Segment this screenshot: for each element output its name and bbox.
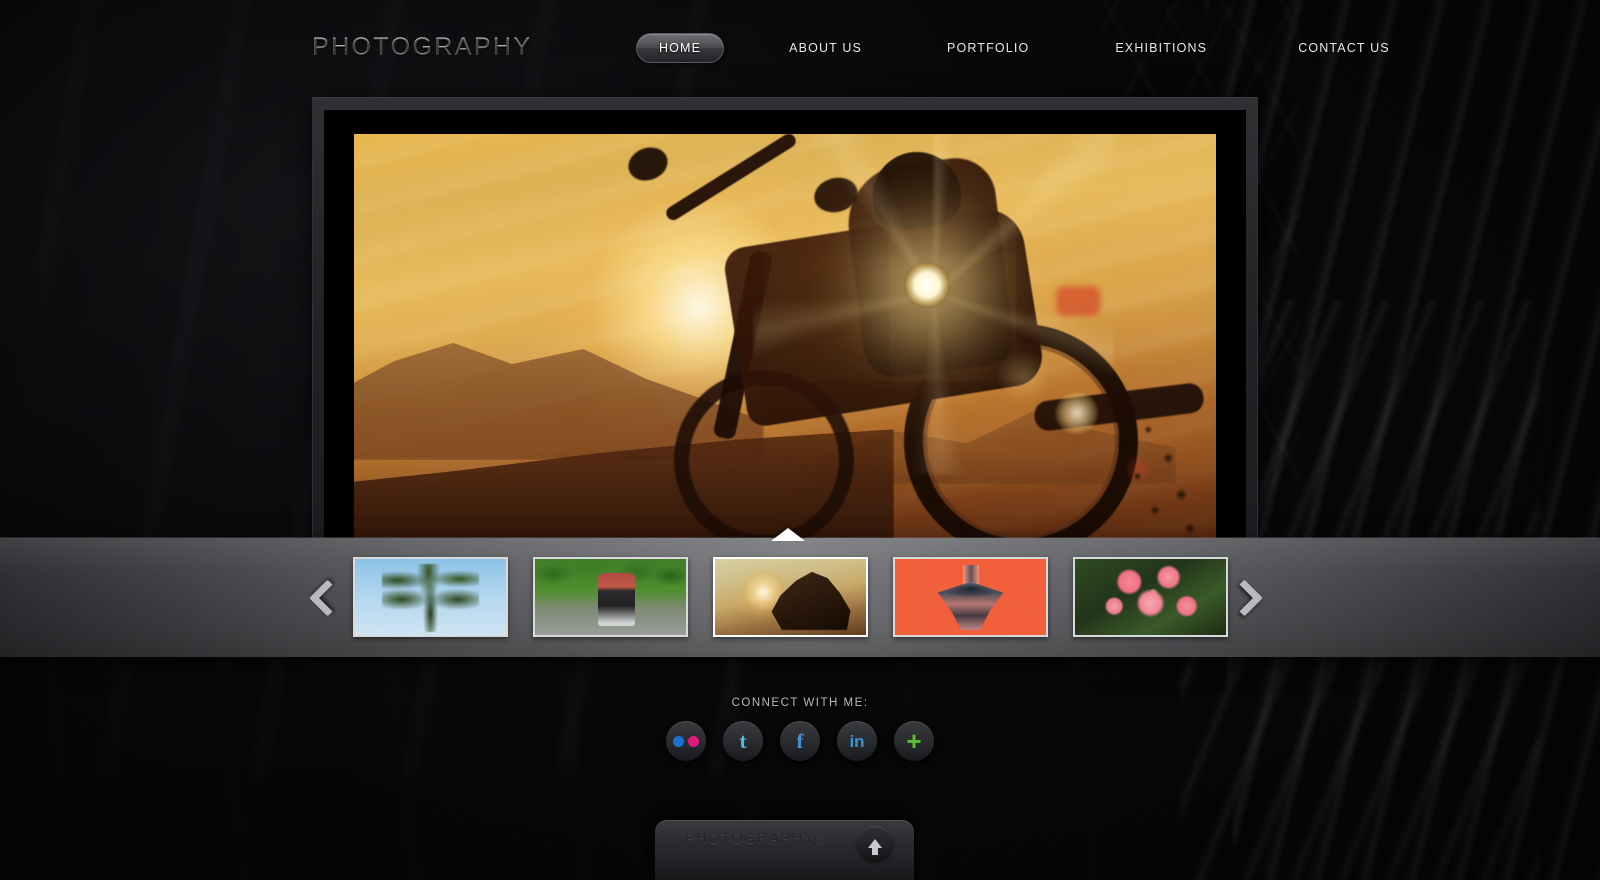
thumbnail-item-3[interactable]: [713, 557, 868, 637]
thumbnail-list: [353, 557, 1228, 637]
nav-item-contact-us[interactable]: CONTACT US: [1280, 33, 1408, 63]
thumbnail-item-2[interactable]: [533, 557, 688, 637]
thumbnail-item-1[interactable]: [353, 557, 508, 637]
page-root: PHOTOGRAPHY HOME ABOUT US PORTFOLIO EXHI…: [0, 0, 1600, 880]
twitter-icon: t: [739, 728, 747, 753]
flickr-icon: [673, 735, 699, 747]
main-navigation: HOME ABOUT US PORTFOLIO EXHIBITIONS CONT…: [636, 33, 1408, 63]
chevron-left-icon: [309, 579, 346, 616]
nav-item-portfolio[interactable]: PORTFOLIO: [929, 33, 1047, 63]
carousel-next-button[interactable]: [1226, 575, 1263, 621]
active-thumbnail-pointer: [771, 528, 805, 541]
thumbnail-image-rider-foliage: [535, 559, 686, 635]
hero-shrub: [1100, 414, 1210, 544]
site-logo[interactable]: PHOTOGRAPHY: [312, 33, 532, 62]
chevron-right-icon: [1226, 579, 1263, 616]
connect-section: CONNECT WITH ME: t f in +: [0, 697, 1600, 761]
social-link-facebook[interactable]: f: [780, 721, 820, 761]
plus-icon: +: [906, 726, 922, 756]
sun-core: [904, 262, 950, 308]
social-links: t f in +: [0, 721, 1600, 761]
flickr-dot-blue: [673, 735, 684, 747]
slider-stage-inner: [324, 110, 1246, 550]
social-link-share-more[interactable]: +: [894, 721, 934, 761]
motorcycle-tail-light: [1056, 286, 1100, 316]
connect-label: CONNECT WITH ME:: [731, 697, 869, 709]
social-link-linkedin[interactable]: in: [837, 721, 877, 761]
footer-title: PHOTOGRAPHY: [685, 831, 816, 847]
back-to-top-button[interactable]: [858, 826, 892, 860]
slider-stage-frame: [312, 97, 1258, 550]
site-header: PHOTOGRAPHY HOME ABOUT US PORTFOLIO EXHI…: [0, 0, 1600, 95]
thumbnail-carousel: [0, 528, 1600, 657]
facebook-icon: f: [796, 728, 804, 753]
social-link-flickr[interactable]: [666, 721, 706, 761]
flickr-dot-pink: [688, 735, 699, 747]
nav-item-home[interactable]: HOME: [636, 33, 725, 63]
social-link-twitter[interactable]: t: [723, 721, 763, 761]
nav-item-exhibitions[interactable]: EXHIBITIONS: [1097, 33, 1225, 63]
arrow-up-icon: [868, 838, 882, 855]
slider-active-image[interactable]: [354, 134, 1216, 544]
nav-item-about-us[interactable]: ABOUT US: [771, 33, 880, 63]
thumbnail-image-lamp-orange: [895, 559, 1046, 635]
thumbnail-image-motorcycle-sunset: [715, 559, 866, 635]
thumbnail-item-4[interactable]: [893, 557, 1048, 637]
motorcycle-headlight: [1056, 392, 1098, 434]
carousel-prev-button[interactable]: [309, 575, 346, 621]
thumbnail-image-pink-flowers: [1075, 559, 1226, 635]
copyright-symbol: ©: [815, 832, 825, 847]
site-footer: PHOTOGRAPHY ©: [655, 820, 914, 880]
linkedin-icon: in: [849, 731, 865, 751]
thumbnail-item-5[interactable]: [1073, 557, 1228, 637]
thumbnail-image-palm-tree: [355, 559, 506, 635]
